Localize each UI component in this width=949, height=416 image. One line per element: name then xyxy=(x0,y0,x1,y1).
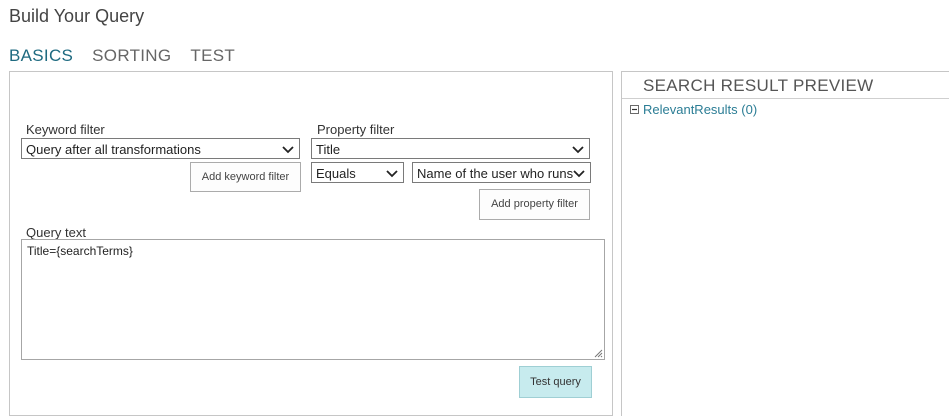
query-text-value: Title={searchTerms} xyxy=(27,244,133,258)
chevron-down-icon xyxy=(386,170,398,178)
add-property-filter-button[interactable]: Add property filter xyxy=(479,189,590,220)
chevron-down-icon xyxy=(572,146,584,154)
add-keyword-filter-button[interactable]: Add keyword filter xyxy=(190,162,301,192)
tab-test[interactable]: TEST xyxy=(190,46,235,66)
property-filter-label: Property filter xyxy=(317,122,395,137)
chevron-down-icon xyxy=(282,146,294,154)
operator-select[interactable]: Equals xyxy=(311,162,404,183)
query-text-input[interactable]: Title={searchTerms} xyxy=(21,239,605,360)
keyword-filter-label: Keyword filter xyxy=(26,122,105,137)
keyword-filter-value: Query after all transformations xyxy=(26,142,201,157)
tab-bar: BASICS SORTING TEST xyxy=(9,46,254,66)
chevron-down-icon xyxy=(573,170,585,178)
property-filter-value: Title xyxy=(316,142,341,157)
tab-basics[interactable]: BASICS xyxy=(9,46,73,66)
page-title: Build Your Query xyxy=(9,6,145,26)
search-result-preview-panel: SEARCH RESULT PREVIEW RelevantResults (0… xyxy=(621,71,949,416)
query-text-label: Query text xyxy=(26,225,86,240)
collapse-minus-icon[interactable] xyxy=(630,105,639,114)
preview-divider xyxy=(622,98,949,99)
test-query-button[interactable]: Test query xyxy=(519,366,592,398)
resize-grip-icon[interactable] xyxy=(594,349,603,358)
tab-sorting[interactable]: SORTING xyxy=(92,46,171,66)
query-builder-panel: Keyword filter Query after all transform… xyxy=(9,71,613,416)
tree-node-relevant-results[interactable]: RelevantResults (0) xyxy=(630,102,757,117)
preview-title: SEARCH RESULT PREVIEW xyxy=(643,76,874,95)
property-value-select[interactable]: Name of the user who runs xyxy=(412,162,591,183)
property-filter-select[interactable]: Title xyxy=(311,138,590,159)
operator-value: Equals xyxy=(316,166,356,181)
property-value-value: Name of the user who runs xyxy=(417,166,574,181)
tree-node-label[interactable]: RelevantResults (0) xyxy=(643,102,757,117)
keyword-filter-select[interactable]: Query after all transformations xyxy=(21,138,300,159)
